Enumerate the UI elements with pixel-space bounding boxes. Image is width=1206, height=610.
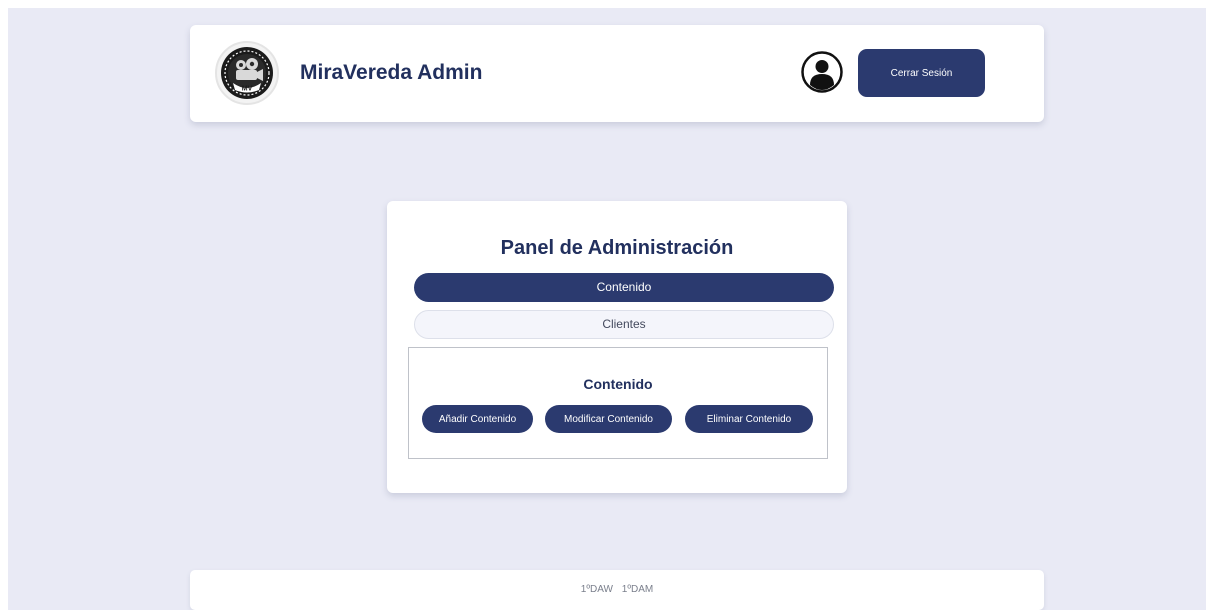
page-background: MV MiraVereda Admin Cerrar Sesión Panel … <box>8 8 1206 610</box>
footer: 1ºDAW 1ºDAM <box>190 570 1044 610</box>
section-title: Contenido <box>583 376 653 392</box>
content-section: Contenido Añadir Contenido Modificar Con… <box>408 347 828 459</box>
footer-item-dam: 1ºDAM <box>621 584 654 595</box>
tab-clientes[interactable]: Clientes <box>414 310 834 339</box>
app-title: MiraVereda Admin <box>300 61 483 84</box>
modify-content-button[interactable]: Modificar Contenido <box>545 405 672 433</box>
add-content-button[interactable]: Añadir Contenido <box>422 405 533 433</box>
svg-text:MV: MV <box>242 86 253 93</box>
tab-contenido[interactable]: Contenido <box>414 273 834 302</box>
top-header: MV MiraVereda Admin Cerrar Sesión <box>190 25 1044 122</box>
delete-content-button[interactable]: Eliminar Contenido <box>685 405 813 433</box>
user-avatar-icon[interactable] <box>800 50 844 94</box>
camera-reel-logo-icon: MV <box>215 41 279 105</box>
panel-title: Panel de Administración <box>500 237 734 259</box>
logout-button[interactable]: Cerrar Sesión <box>858 49 985 97</box>
admin-panel: Panel de Administración Contenido Client… <box>387 201 847 493</box>
footer-item-daw: 1ºDAW <box>580 584 613 595</box>
